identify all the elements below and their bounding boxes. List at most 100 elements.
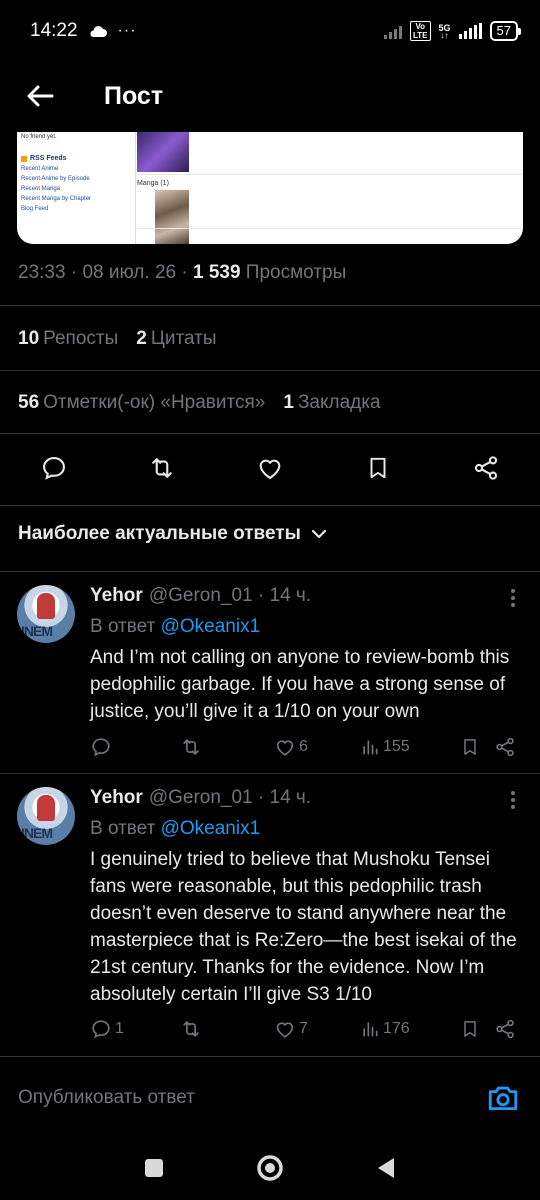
rss-title: RSS Feeds xyxy=(21,154,131,164)
bookmark-button[interactable] xyxy=(460,736,494,758)
repost-button[interactable] xyxy=(180,736,274,758)
reply-action-bar: 6 155 xyxy=(90,732,520,762)
reply-tweet[interactable]: INEM Yehor @Geron_01 · 14 ч. В ответ @Oke… xyxy=(0,774,540,1054)
reply-header: Yehor @Geron_01 · 14 ч. xyxy=(90,787,311,809)
rss-link: Recent Manga xyxy=(21,186,61,192)
views-icon xyxy=(363,740,378,755)
likes-stat[interactable]: 56 Отметки(-ок) «Нравится» xyxy=(18,392,265,414)
share-button[interactable] xyxy=(494,736,516,758)
more-notifications-icon: ··· xyxy=(117,22,137,39)
share-icon xyxy=(474,456,498,480)
reply-action-bar: 1 7 176 xyxy=(90,1014,520,1044)
mention-link[interactable]: @Okeanix1 xyxy=(161,616,261,637)
camera-icon xyxy=(488,1086,518,1111)
back-arrow-icon xyxy=(27,85,54,107)
share-button[interactable] xyxy=(460,446,512,490)
avatar[interactable]: INEM xyxy=(17,787,75,845)
divider xyxy=(0,370,540,371)
rss-link: Recent Anime xyxy=(21,166,59,172)
post-meta: 23:33 · 08 июл. 26 · 1 539 Просмотры xyxy=(18,262,347,283)
quotes-stat[interactable]: 2 Цитаты xyxy=(136,328,216,350)
views-button[interactable]: 155 xyxy=(360,737,460,757)
author-handle[interactable]: @Geron_01 xyxy=(149,585,253,606)
more-options-button[interactable] xyxy=(508,791,518,809)
status-time: 14:22 xyxy=(30,20,78,41)
battery-indicator: 57 xyxy=(489,21,522,41)
media-divider xyxy=(135,132,136,244)
camera-button[interactable] xyxy=(486,1081,520,1115)
divider xyxy=(0,505,540,506)
view-count: 155 xyxy=(383,738,410,755)
system-nav-bar xyxy=(0,1140,540,1200)
author-name[interactable]: Yehor xyxy=(90,585,143,606)
views-count: 1 539 xyxy=(192,262,241,283)
reply-text: I genuinely tried to believe that Mushok… xyxy=(90,849,517,1005)
like-icon xyxy=(276,1022,294,1038)
post-media[interactable]: No friend yet. RSS Feeds Recent Anime Re… xyxy=(17,132,523,244)
reply-text: And I’m not calling on anyone to review-… xyxy=(90,647,510,722)
views-button[interactable]: 176 xyxy=(360,1019,460,1039)
repost-icon xyxy=(183,739,199,755)
post-action-bar xyxy=(28,446,512,490)
repost-button[interactable] xyxy=(136,446,188,490)
media-rule xyxy=(137,174,523,175)
anime-cover-thumbnail xyxy=(137,132,189,172)
share-icon xyxy=(496,1019,514,1039)
manga-label: Manga (1) xyxy=(137,180,169,187)
bookmark-icon xyxy=(370,457,386,479)
bookmark-button[interactable] xyxy=(352,446,404,490)
no-friend-text: No friend yet. xyxy=(21,134,57,140)
like-button[interactable]: 6 xyxy=(274,736,360,758)
media-sidebar: No friend yet. RSS Feeds Recent Anime Re… xyxy=(17,132,135,244)
more-options-button[interactable] xyxy=(508,589,518,607)
author-name[interactable]: Yehor xyxy=(90,787,143,808)
avatar[interactable]: INEM xyxy=(17,585,75,643)
like-icon xyxy=(259,459,281,479)
like-button[interactable]: 7 xyxy=(274,1018,360,1040)
reply-tweet[interactable]: INEM Yehor @Geron_01 · 14 ч. В ответ @Oke… xyxy=(0,572,540,772)
reply-count: 1 xyxy=(115,1020,124,1037)
recents-button[interactable] xyxy=(143,1157,165,1184)
manga-cover-thumbnail xyxy=(155,190,189,244)
status-bar: 14:22 ··· Vo LTE 5G ↓↑ 57 xyxy=(0,0,540,62)
author-handle[interactable]: @Geron_01 xyxy=(149,787,253,808)
reply-header: Yehor @Geron_01 · 14 ч. xyxy=(90,585,311,607)
signal-1-icon xyxy=(384,23,402,39)
like-count: 6 xyxy=(299,738,308,755)
reposts-stat[interactable]: 10 Репосты xyxy=(18,328,118,350)
engagement-stats: 10 Репосты 2 Цитаты xyxy=(18,328,217,350)
mention-link[interactable]: @Okeanix1 xyxy=(161,818,261,839)
like-count: 7 xyxy=(299,1020,308,1037)
reply-button[interactable] xyxy=(90,736,180,758)
share-icon xyxy=(496,737,514,757)
replies-sort-dropdown[interactable]: Наиболее актуальные ответы xyxy=(18,523,327,545)
square-icon xyxy=(145,1158,163,1177)
cloud-icon xyxy=(90,26,107,37)
reply-composer: Опубликовать ответ xyxy=(0,1056,540,1140)
reply-button[interactable]: 1 xyxy=(90,1018,180,1040)
reply-button[interactable] xyxy=(28,446,80,490)
divider xyxy=(0,305,540,306)
divider xyxy=(0,433,540,434)
home-button[interactable] xyxy=(255,1153,285,1188)
chevron-down-icon xyxy=(311,529,326,539)
share-button[interactable] xyxy=(494,1018,516,1040)
rss-link: Recent Manga by Chapter xyxy=(21,196,92,202)
rss-icon xyxy=(21,156,27,162)
media-rule xyxy=(137,228,523,229)
like-button[interactable] xyxy=(244,446,296,490)
home-circle-icon xyxy=(257,1154,283,1181)
reply-icon xyxy=(92,1020,110,1039)
repost-button[interactable] xyxy=(180,1018,274,1040)
back-button[interactable] xyxy=(0,62,80,130)
in-reply-to: В ответ @Okeanix1 xyxy=(90,818,261,839)
rss-link: Recent Anime by Episode xyxy=(21,176,90,182)
in-reply-to: В ответ @Okeanix1 xyxy=(90,616,261,637)
replies-sort-label: Наиболее актуальные ответы xyxy=(18,523,301,544)
bookmarks-stat[interactable]: 1 Закладка xyxy=(283,392,380,414)
reply-input[interactable]: Опубликовать ответ xyxy=(18,1087,195,1109)
volte-badge: Vo LTE xyxy=(410,21,431,41)
bookmark-button[interactable] xyxy=(460,1018,494,1040)
system-back-button[interactable] xyxy=(375,1156,397,1185)
reply-icon xyxy=(43,457,65,480)
